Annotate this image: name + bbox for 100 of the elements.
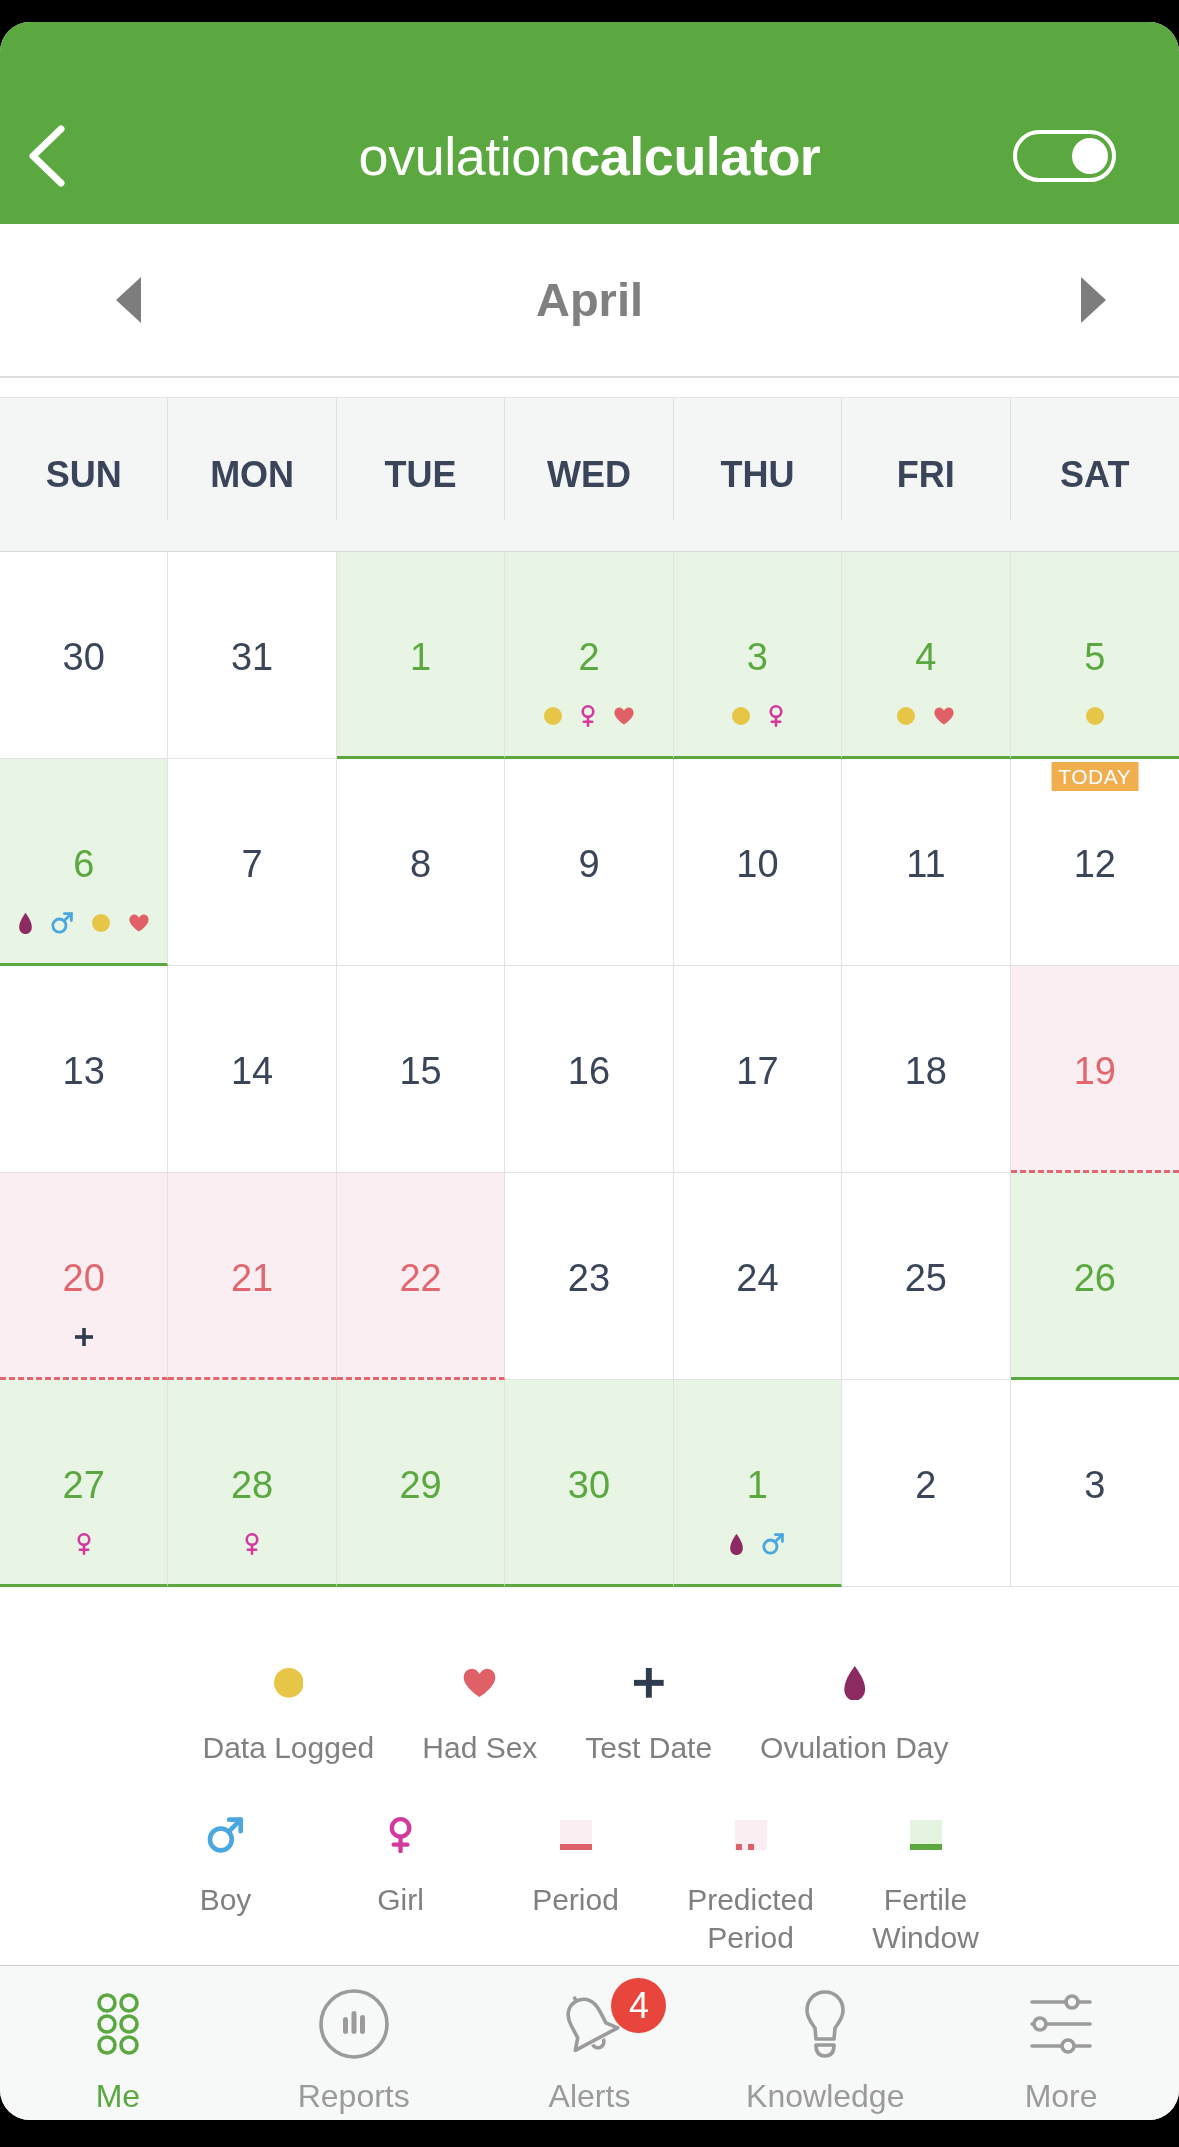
day-number: 4 <box>915 635 937 679</box>
calendar-day[interactable]: 22 <box>336 1173 506 1380</box>
legend-label: Had Sex <box>422 1730 538 1766</box>
dot-icon <box>1085 707 1104 725</box>
calendar-day[interactable]: 31 <box>168 552 337 759</box>
calendar-day[interactable]: 14 <box>168 966 337 1173</box>
heart-icon <box>463 1668 497 1698</box>
nav-tab[interactable]: Knowledge <box>707 1966 944 2120</box>
day-number: 9 <box>578 842 600 886</box>
calendar-day[interactable]: 5 <box>1010 552 1179 759</box>
calendar-day[interactable]: 6 <box>0 759 169 966</box>
calendar-day[interactable]: 28 <box>168 1380 337 1587</box>
calendar-day[interactable]: 4 <box>842 552 1011 759</box>
calendar-day[interactable]: 3 <box>673 552 843 759</box>
day-number: 1 <box>746 1463 768 1507</box>
day-number: 3 <box>1084 1463 1106 1507</box>
notification-badge: 4 <box>611 1978 667 2033</box>
calendar-day[interactable]: 16 <box>505 966 674 1173</box>
calendar-day[interactable]: TODAY 12 <box>1010 759 1179 966</box>
calendar-day[interactable]: 17 <box>673 966 843 1173</box>
nav-tab[interactable]: Reports <box>235 1966 472 2120</box>
female-symbol-icon <box>581 705 595 727</box>
calendar-day[interactable]: 7 <box>168 759 337 966</box>
day-number: 13 <box>62 1049 105 1093</box>
legend-label: Period <box>532 1882 619 1918</box>
calendar-day[interactable]: 1 <box>673 1380 843 1587</box>
calendar-day[interactable]: 26 <box>1010 1173 1179 1380</box>
day-number: 12 <box>1073 842 1116 886</box>
calendar-day[interactable]: 10 <box>673 759 843 966</box>
back-icon <box>27 125 67 187</box>
heart-icon <box>128 914 149 932</box>
male-symbol-icon <box>207 1816 244 1854</box>
calendar-day[interactable]: 8 <box>336 759 506 966</box>
calendar-day[interactable]: 2 <box>842 1380 1011 1587</box>
calendar-day[interactable]: 27 <box>0 1380 169 1587</box>
heart-icon <box>934 707 955 725</box>
day-number: 3 <box>746 635 768 679</box>
day-number: 8 <box>410 842 432 886</box>
day-number: 21 <box>231 1256 274 1300</box>
today-badge: TODAY <box>1051 762 1139 791</box>
calendar-day[interactable]: 19 <box>1010 966 1179 1173</box>
drop-icon <box>843 1665 866 1701</box>
day-number: 23 <box>567 1256 611 1300</box>
weekday-label: THU <box>720 455 795 497</box>
legend-label: Ovulation Day <box>760 1730 949 1766</box>
day-number: 16 <box>567 1049 611 1093</box>
female-symbol-icon <box>388 1816 413 1854</box>
day-number: 22 <box>399 1256 442 1300</box>
day-number: 15 <box>399 1049 442 1093</box>
calendar-day[interactable]: 25 <box>842 1173 1011 1380</box>
day-number: 24 <box>736 1256 779 1300</box>
calendar-day[interactable]: 11 <box>842 759 1011 966</box>
day-number: 2 <box>578 635 600 679</box>
weekday-label: TUE <box>384 455 457 497</box>
male-symbol-icon <box>50 912 73 934</box>
day-number: 29 <box>399 1463 442 1507</box>
calendar-day[interactable]: 1 <box>336 552 506 759</box>
calendar-day[interactable]: 13 <box>0 966 169 1173</box>
day-number: 7 <box>241 842 263 886</box>
day-number: 31 <box>231 635 274 679</box>
previous-month-button[interactable] <box>116 277 141 323</box>
calendar-day[interactable]: 18 <box>842 966 1011 1173</box>
day-number: 27 <box>62 1463 105 1507</box>
calendar-day[interactable]: 30 <box>0 552 169 759</box>
calendar-day[interactable]: 29 <box>336 1380 506 1587</box>
nav-tab[interactable]: More <box>943 1966 1179 2120</box>
calendar-day[interactable]: 23 <box>505 1173 674 1380</box>
calendar-day[interactable]: 30 <box>505 1380 674 1587</box>
dot-icon <box>731 707 750 725</box>
day-number: 14 <box>231 1049 274 1093</box>
next-month-button[interactable] <box>1081 277 1106 323</box>
legend-label: Fertile Window <box>871 1882 980 1956</box>
nav-tab[interactable]: 4 Alerts <box>471 1966 708 2120</box>
calendar-day[interactable]: 21 <box>168 1173 337 1380</box>
weekday-label: MON <box>210 455 295 497</box>
legend-label: Girl <box>377 1882 424 1918</box>
weekday-label: SAT <box>1060 455 1130 497</box>
triangle-right-icon <box>1081 277 1106 323</box>
calendar-day[interactable]: 24 <box>673 1173 843 1380</box>
day-number: 11 <box>906 842 946 886</box>
triangle-left-icon <box>116 277 141 323</box>
nav-tab[interactable]: Me <box>0 1966 236 2120</box>
dot-icon <box>91 914 110 932</box>
calendar-day[interactable]: 2 <box>505 552 674 759</box>
lightbulb-icon <box>804 1989 847 2059</box>
app-logo: ovulationcalculator <box>358 125 821 187</box>
legend-label: Predicted Period <box>686 1882 815 1956</box>
day-number: 30 <box>62 635 105 679</box>
day-number: 19 <box>1073 1049 1116 1093</box>
calendar-day[interactable]: 9 <box>505 759 674 966</box>
day-number: 1 <box>410 635 432 679</box>
day-number: 18 <box>904 1049 947 1093</box>
back-button[interactable] <box>27 125 67 187</box>
calendar-day[interactable]: 20 <box>0 1173 169 1380</box>
toggle-switch[interactable] <box>1013 130 1116 182</box>
calendar-day[interactable]: 15 <box>336 966 506 1173</box>
month-title: April <box>535 272 644 328</box>
period-swatch-icon <box>559 1820 592 1850</box>
female-symbol-icon <box>76 1533 91 1555</box>
day-number: 28 <box>231 1463 274 1507</box>
